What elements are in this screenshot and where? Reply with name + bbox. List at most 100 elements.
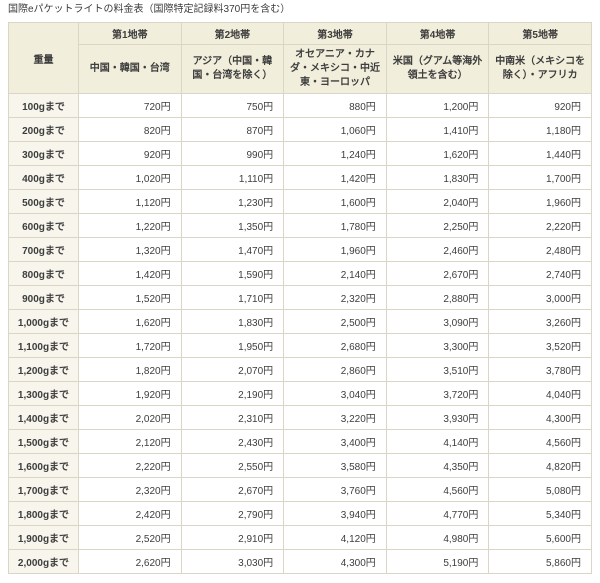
price-cell: 1,230円 [180, 189, 285, 214]
price-cell: 5,340円 [488, 501, 592, 526]
price-cell: 2,020円 [78, 405, 182, 430]
price-cell: 720円 [78, 93, 182, 118]
price-cell: 3,580円 [283, 453, 387, 478]
price-cell: 1,720円 [78, 333, 182, 358]
price-cell: 2,220円 [78, 453, 182, 478]
weight-cell: 900gまで [8, 285, 79, 310]
zone-1-region: 中国・韓国・台湾 [78, 44, 182, 94]
weight-cell: 1,200gまで [8, 357, 79, 382]
price-cell: 4,120円 [283, 525, 387, 550]
table-row: 1,700gまで 2,320円 2,670円 3,760円 4,560円 5,080円 [8, 477, 592, 502]
table-row: 800gまで 1,420円 1,590円 2,140円 2,670円 2,740円 [8, 261, 592, 286]
price-cell: 2,430円 [180, 429, 285, 454]
price-cell: 1,960円 [488, 189, 592, 214]
table-row: 1,100gまで 1,720円 1,950円 2,680円 3,300円 3,520円 [8, 333, 592, 358]
price-cell: 2,670円 [385, 261, 490, 286]
zone-5-header: 第5地帯 [488, 22, 592, 45]
rate-table: 重量 第1地帯 第2地帯 第3地帯 第4地帯 第5地帯 中国・韓国・台湾 アジア… [8, 22, 592, 574]
table-header: 重量 第1地帯 第2地帯 第3地帯 第4地帯 第5地帯 中国・韓国・台湾 アジア… [8, 22, 592, 94]
price-cell: 2,740円 [488, 261, 592, 286]
weight-cell: 200gまで [8, 117, 79, 142]
zone-4-header: 第4地帯 [385, 22, 490, 45]
price-cell: 2,120円 [78, 429, 182, 454]
zone-4-region: 米国（グアム等海外領土を含む） [385, 44, 490, 94]
weight-cell: 1,800gまで [8, 501, 79, 526]
zone-3-region: オセアニア・カナダ・メキシコ・中近東・ヨーロッパ [283, 44, 387, 94]
price-cell: 1,110円 [180, 165, 285, 190]
table-body: 100gまで 720円 750円 880円 1,200円 920円 200gまで 820円 87… [8, 93, 592, 574]
price-cell: 920円 [488, 93, 592, 118]
weight-cell: 2,000gまで [8, 549, 79, 574]
price-cell: 3,520円 [488, 333, 592, 358]
price-cell: 1,350円 [180, 213, 285, 238]
price-cell: 5,190円 [385, 549, 490, 574]
price-cell: 1,950円 [180, 333, 285, 358]
price-cell: 3,090円 [385, 309, 490, 334]
price-cell: 1,060円 [283, 117, 387, 142]
table-row: 600gまで 1,220円 1,350円 1,780円 2,250円 2,220円 [8, 213, 592, 238]
price-cell: 2,040円 [385, 189, 490, 214]
price-cell: 1,590円 [180, 261, 285, 286]
price-cell: 2,420円 [78, 501, 182, 526]
price-cell: 3,760円 [283, 477, 387, 502]
price-cell: 2,460円 [385, 237, 490, 262]
price-cell: 2,190円 [180, 381, 285, 406]
weight-cell: 1,700gまで [8, 477, 79, 502]
weight-cell: 1,300gまで [8, 381, 79, 406]
price-cell: 1,120円 [78, 189, 182, 214]
price-cell: 2,140円 [283, 261, 387, 286]
price-cell: 1,780円 [283, 213, 387, 238]
price-cell: 5,080円 [488, 477, 592, 502]
price-cell: 750円 [180, 93, 285, 118]
zone-5-region: 中南米（メキシコを除く）・アフリカ [488, 44, 592, 94]
rate-page: 国際eパケットライトの料金表（国際特定記録料370円を含む） 重量 第1地帯 第… [0, 0, 600, 583]
table-row: 100gまで 720円 750円 880円 1,200円 920円 [8, 93, 592, 118]
price-cell: 2,310円 [180, 405, 285, 430]
price-cell: 1,410円 [385, 117, 490, 142]
table-row: 1,900gまで 2,520円 2,910円 4,120円 4,980円 5,600円 [8, 525, 592, 550]
price-cell: 3,720円 [385, 381, 490, 406]
price-cell: 2,670円 [180, 477, 285, 502]
price-cell: 1,020円 [78, 165, 182, 190]
table-row: 700gまで 1,320円 1,470円 1,960円 2,460円 2,480円 [8, 237, 592, 262]
price-cell: 1,520円 [78, 285, 182, 310]
price-cell: 1,830円 [180, 309, 285, 334]
table-row: 900gまで 1,520円 1,710円 2,320円 2,880円 3,000円 [8, 285, 592, 310]
price-cell: 2,520円 [78, 525, 182, 550]
price-cell: 1,320円 [78, 237, 182, 262]
price-cell: 4,140円 [385, 429, 490, 454]
weight-cell: 1,400gまで [8, 405, 79, 430]
price-cell: 1,960円 [283, 237, 387, 262]
weight-cell: 1,500gまで [8, 429, 79, 454]
price-cell: 5,860円 [488, 549, 592, 574]
zone-3-header: 第3地帯 [283, 22, 387, 45]
price-cell: 870円 [180, 117, 285, 142]
price-cell: 5,600円 [488, 525, 592, 550]
price-cell: 2,550円 [180, 453, 285, 478]
weight-cell: 700gまで [8, 237, 79, 262]
table-row: 1,200gまで 1,820円 2,070円 2,860円 3,510円 3,780円 [8, 357, 592, 382]
price-cell: 3,400円 [283, 429, 387, 454]
price-cell: 3,030円 [180, 549, 285, 574]
weight-column-header: 重量 [8, 22, 79, 94]
price-cell: 1,470円 [180, 237, 285, 262]
price-cell: 1,240円 [283, 141, 387, 166]
price-cell: 820円 [78, 117, 182, 142]
price-cell: 990円 [180, 141, 285, 166]
table-row: 1,000gまで 1,620円 1,830円 2,500円 3,090円 3,260円 [8, 309, 592, 334]
table-row: 400gまで 1,020円 1,110円 1,420円 1,830円 1,700円 [8, 165, 592, 190]
price-cell: 1,820円 [78, 357, 182, 382]
price-cell: 880円 [283, 93, 387, 118]
price-cell: 3,000円 [488, 285, 592, 310]
table-row: 1,600gまで 2,220円 2,550円 3,580円 4,350円 4,820円 [8, 453, 592, 478]
weight-cell: 1,900gまで [8, 525, 79, 550]
price-cell: 2,910円 [180, 525, 285, 550]
price-cell: 4,560円 [385, 477, 490, 502]
price-cell: 4,820円 [488, 453, 592, 478]
price-cell: 3,040円 [283, 381, 387, 406]
price-cell: 2,070円 [180, 357, 285, 382]
price-cell: 1,180円 [488, 117, 592, 142]
price-cell: 1,920円 [78, 381, 182, 406]
price-cell: 1,620円 [385, 141, 490, 166]
table-row: 1,800gまで 2,420円 2,790円 3,940円 4,770円 5,340円 [8, 501, 592, 526]
